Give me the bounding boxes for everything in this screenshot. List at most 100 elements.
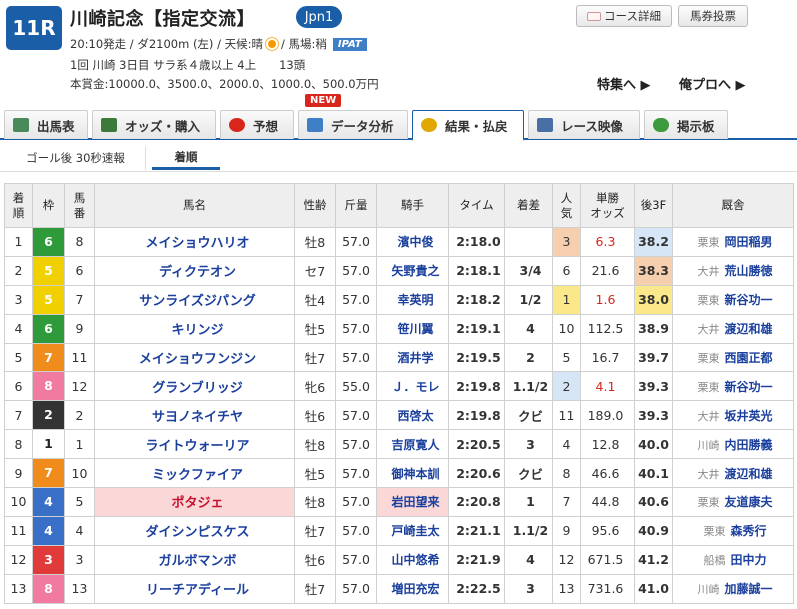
horse-name-link[interactable]: サンライズジパング xyxy=(94,284,295,315)
win-odds: 731.6 xyxy=(580,573,635,604)
trainer-name[interactable]: 岡田稲男 xyxy=(724,235,772,249)
jockey-link[interactable]: 笹川翼 xyxy=(376,313,449,344)
jockey-link[interactable]: 戸崎圭太 xyxy=(376,515,449,546)
feature-link[interactable]: 特集へ ▶ xyxy=(597,74,651,93)
jockey-link[interactable]: 吉原寛人 xyxy=(376,429,449,460)
horse-name-link[interactable]: メイショウフンジン xyxy=(94,342,295,373)
horse-number: 4 xyxy=(64,515,95,546)
trainer[interactable]: 栗東 友道康夫 xyxy=(672,487,794,517)
finish-time: 2:18.0 xyxy=(448,227,505,257)
horse-name-link[interactable]: ダイシンピスケス xyxy=(94,515,295,546)
win-odds: 21.6 xyxy=(580,255,635,286)
horse-name-link[interactable]: リーチアディール xyxy=(94,573,295,604)
waku-number: 1 xyxy=(32,429,65,460)
tab-data-analysis[interactable]: データ分析 xyxy=(298,110,408,139)
sex-age: 牡7 xyxy=(294,573,336,604)
weight-carried: 57.0 xyxy=(335,429,377,460)
jockey-link[interactable]: 山中悠希 xyxy=(376,544,449,575)
tab-results[interactable]: 結果・払戻 xyxy=(412,110,524,141)
bet-vote-button[interactable]: 馬券投票 xyxy=(678,5,748,27)
horse-name-link[interactable]: メイショウハリオ xyxy=(94,227,295,257)
trainer-name[interactable]: 加藤誠一 xyxy=(724,582,772,596)
trainer[interactable]: 川崎 内田勝義 xyxy=(672,429,794,460)
trainer[interactable]: 船橋 田中力 xyxy=(672,544,794,575)
sex-age: 牡6 xyxy=(294,544,336,575)
trainer-name[interactable]: 渡辺和雄 xyxy=(724,322,772,336)
weight-carried: 57.0 xyxy=(335,342,377,373)
jockey-link[interactable]: 西啓太 xyxy=(376,400,449,431)
trainer[interactable]: 大井 荒山勝徳 xyxy=(672,255,794,286)
jockey-link[interactable]: 岩田望来 xyxy=(376,487,449,517)
trainer-name[interactable]: 新谷功一 xyxy=(724,380,772,394)
margin: 1.1/2 xyxy=(504,371,553,402)
horse-name-link[interactable]: サヨノネイチヤ xyxy=(94,400,295,431)
last-3f: 38.9 xyxy=(634,313,673,344)
table-row: 8 1 1 ライトウォーリア 牡8 57.0 吉原寛人 2:20.5 3 4 12.8 40.0 川崎内… xyxy=(4,429,794,460)
finish-time: 2:19.5 xyxy=(448,342,505,373)
finish-position: 7 xyxy=(4,400,33,431)
trainer-name[interactable]: 渡辺和雄 xyxy=(724,467,772,481)
finish-time: 2:19.8 xyxy=(448,371,505,402)
trainer-name[interactable]: 荒山勝徳 xyxy=(724,264,772,278)
horse-name-link[interactable]: グランブリッジ xyxy=(94,371,295,402)
new-badge: NEW xyxy=(305,94,342,107)
trainer-name[interactable]: 森秀行 xyxy=(730,524,766,538)
prize-money: 本賞金:10000.0、3500.0、2000.0、1000.0、500.0万円 xyxy=(70,77,379,91)
trainer[interactable]: 大井 坂井英光 xyxy=(672,400,794,431)
horse-number: 3 xyxy=(64,544,95,575)
col-trainer: 厩舎 xyxy=(672,183,794,228)
horse-name-link[interactable]: ディクテオン xyxy=(94,255,295,286)
weight-carried: 57.0 xyxy=(335,255,377,286)
trainer-name[interactable]: 坂井英光 xyxy=(724,409,772,423)
trainer[interactable]: 栗東 西園正都 xyxy=(672,342,794,373)
tab-entries[interactable]: 出馬表 xyxy=(4,110,88,139)
jockey-link[interactable]: 幸英明 xyxy=(376,284,449,315)
jockey-link[interactable]: 酒井学 xyxy=(376,342,449,373)
trainer-area: 川崎 xyxy=(697,438,720,452)
tab-prediction[interactable]: 予想 xyxy=(220,110,294,139)
jockey-link[interactable]: 御神本訓 xyxy=(376,458,449,489)
trainer[interactable]: 川崎 加藤誠一 xyxy=(672,573,794,604)
tab-bbs[interactable]: 掲示板 xyxy=(644,110,728,139)
trainer-name[interactable]: 新谷功一 xyxy=(724,293,772,307)
table-row: 6 8 12 グランブリッジ 牝6 55.0 Ｊ．モレ 2:19.8 1.1/2 2 4.1 39.3… xyxy=(4,371,794,402)
horse-number: 6 xyxy=(64,255,95,286)
jockey-link[interactable]: Ｊ．モレ xyxy=(376,371,449,402)
trainer[interactable]: 大井 渡辺和雄 xyxy=(672,313,794,344)
horse-name-link[interactable]: ガルボマンボ xyxy=(94,544,295,575)
trainer-name[interactable]: 田中力 xyxy=(730,553,766,567)
tab-race-video[interactable]: レース映像 xyxy=(528,110,640,139)
table-row: 3 5 7 サンライズジパング 牡4 57.0 幸英明 2:18.2 1/2 1 1.6 38.0 栗東… xyxy=(4,284,794,315)
finish-time: 2:20.5 xyxy=(448,429,505,460)
course-detail-button[interactable]: コース詳細 xyxy=(576,5,672,27)
trainer-name[interactable]: 内田勝義 xyxy=(724,438,772,452)
sex-age: 牡8 xyxy=(294,429,336,460)
last-3f: 39.3 xyxy=(634,371,673,402)
horse-name-link[interactable]: キリンジ xyxy=(94,313,295,344)
subtab-goal-flash[interactable]: ゴール後 30秒速報 xyxy=(6,146,146,170)
tab-odds[interactable]: オッズ・購入 xyxy=(92,110,216,139)
subtab-finish-order[interactable]: 着順 xyxy=(152,146,220,170)
jockey-link[interactable]: 濱中俊 xyxy=(376,227,449,257)
trainer[interactable]: 大井 渡辺和雄 xyxy=(672,458,794,489)
jockey-link[interactable]: 矢野貴之 xyxy=(376,255,449,286)
trainer[interactable]: 栗東 新谷功一 xyxy=(672,371,794,402)
horse-name-link[interactable]: ライトウォーリア xyxy=(94,429,295,460)
orepro-link[interactable]: 俺プロへ ▶ xyxy=(679,74,746,93)
trainer-name[interactable]: 友道康夫 xyxy=(724,495,772,509)
trainer-name[interactable]: 西園正都 xyxy=(724,351,772,365)
trainer[interactable]: 栗東 岡田稲男 xyxy=(672,227,794,257)
last-3f: 40.0 xyxy=(634,429,673,460)
trainer-area: 川崎 xyxy=(697,583,720,597)
last-3f: 41.2 xyxy=(634,544,673,575)
win-odds: 46.6 xyxy=(580,458,635,489)
horse-name-link[interactable]: ミックファイア xyxy=(94,458,295,489)
trainer[interactable]: 栗東 森秀行 xyxy=(672,515,794,546)
jockey-link[interactable]: 増田充宏 xyxy=(376,573,449,604)
trainer[interactable]: 栗東 新谷功一 xyxy=(672,284,794,315)
ipat-badge[interactable]: IPAT xyxy=(332,37,367,51)
popularity: 7 xyxy=(552,487,581,517)
margin: 3 xyxy=(504,429,553,460)
popularity: 5 xyxy=(552,342,581,373)
horse-name-link[interactable]: ポタジェ xyxy=(94,487,295,517)
